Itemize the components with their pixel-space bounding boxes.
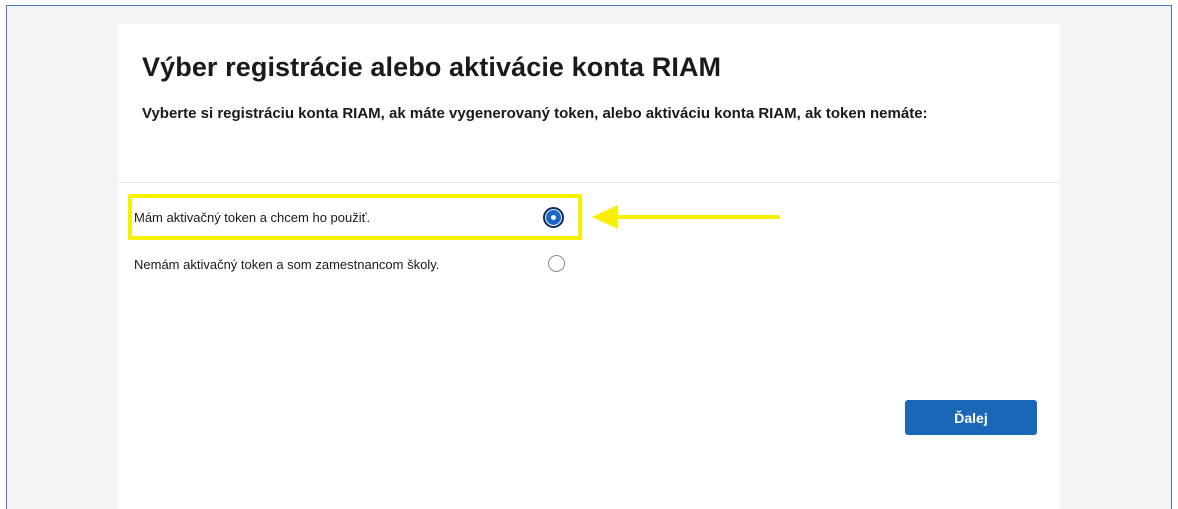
option-label: Nemám aktivačný token a som zamestnancom…	[134, 256, 440, 272]
arrow-annotation-icon	[592, 205, 780, 229]
browser-viewport: Výber registrácie alebo aktivácie konta …	[6, 5, 1172, 509]
page-subtitle: Vyberte si registráciu konta RIAM, ak má…	[142, 105, 928, 122]
registration-card: Výber registrácie alebo aktivácie konta …	[118, 24, 1060, 509]
page-title: Výber registrácie alebo aktivácie konta …	[142, 52, 722, 82]
card-header: Výber registrácie alebo aktivácie konta …	[118, 24, 1060, 183]
option-label: Mám aktivačný token a chcem ho použiť.	[134, 209, 371, 225]
next-button[interactable]: Ďalej	[905, 400, 1037, 435]
radio-no-token[interactable]	[548, 255, 565, 272]
option-no-token-school-employee[interactable]: Nemám aktivačný token a som zamestnancom…	[134, 249, 584, 279]
option-have-token[interactable]: Mám aktivačný token a chcem ho použiť.	[134, 202, 584, 232]
radio-have-token[interactable]	[543, 207, 564, 228]
